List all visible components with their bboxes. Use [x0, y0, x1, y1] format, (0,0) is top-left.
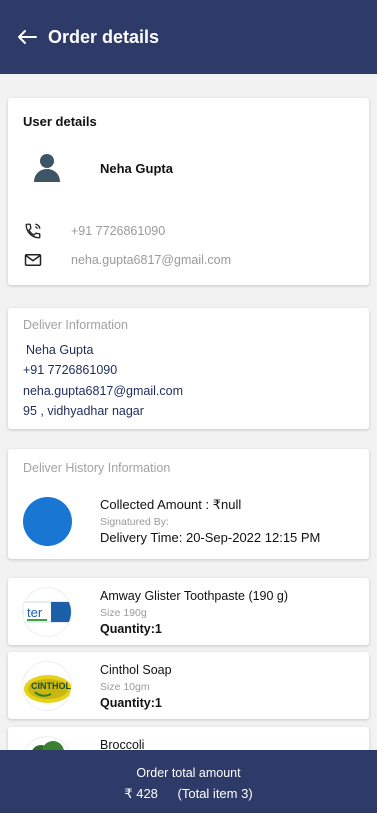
order-total-bar: Order total amount ₹ 428 (Total item 3) — [0, 750, 377, 813]
user-phone[interactable]: +91 7726861090 — [71, 224, 165, 238]
toothpaste-image-icon: ter — [22, 587, 72, 637]
user-email[interactable]: neha.gupta6817@gmail.com — [71, 253, 231, 267]
deliver-information-heading: Deliver Information — [23, 318, 128, 332]
product-card[interactable]: ter Amway Glister Toothpaste (190 g) Siz… — [8, 578, 369, 645]
deliver-history-card: Deliver History Information Collected Am… — [8, 449, 369, 559]
deliver-email: neha.gupta6817@gmail.com — [23, 384, 184, 398]
product-quantity: Quantity:1 — [100, 622, 162, 636]
product-size: Size 190g — [100, 607, 147, 619]
soap-image-icon: CINTHOL — [22, 661, 72, 711]
collected-amount: Collected Amount : ₹null — [100, 497, 242, 512]
deliver-information-card: Deliver Information Neha Gupta +91 77268… — [8, 308, 369, 429]
page-title: Order details — [48, 26, 160, 47]
signatured-by: Signatured By: — [100, 516, 169, 528]
user-avatar-icon — [32, 152, 62, 182]
svg-text:CINTHOL: CINTHOL — [31, 681, 71, 691]
product-size: Size 10gm — [100, 681, 150, 693]
mail-icon — [24, 251, 42, 269]
arrow-left-icon[interactable] — [16, 26, 38, 48]
deliver-address: 95 , vidhyadhar nagar — [23, 404, 144, 418]
delivery-time: Delivery Time: 20-Sep-2022 12:15 PM — [100, 530, 321, 545]
delivery-status-indicator — [23, 497, 72, 546]
deliver-name: Neha Gupta — [26, 343, 94, 357]
product-name: Amway Glister Toothpaste (190 g) — [100, 589, 289, 603]
total-item-count: (Total item 3) — [177, 786, 253, 801]
deliver-history-heading: Deliver History Information — [23, 461, 171, 475]
user-details-heading: User details — [23, 114, 97, 129]
deliver-phone: +91 7726861090 — [23, 363, 118, 377]
user-details-card: User details Neha Gupta +91 7726861090 n… — [8, 98, 369, 285]
phone-icon — [24, 222, 42, 240]
order-total-label: Order total amount — [136, 766, 241, 780]
app-bar: Order details — [0, 0, 377, 74]
product-card[interactable]: CINTHOL Cinthol Soap Size 10gm Quantity:… — [8, 652, 369, 719]
svg-text:ter: ter — [27, 605, 43, 620]
order-total-amount: ₹ 428 (Total item 3) — [0, 786, 377, 802]
total-amount-value: ₹ 428 — [124, 786, 158, 801]
product-name: Cinthol Soap — [100, 663, 172, 677]
product-quantity: Quantity:1 — [100, 696, 162, 710]
user-name: Neha Gupta — [100, 161, 173, 176]
